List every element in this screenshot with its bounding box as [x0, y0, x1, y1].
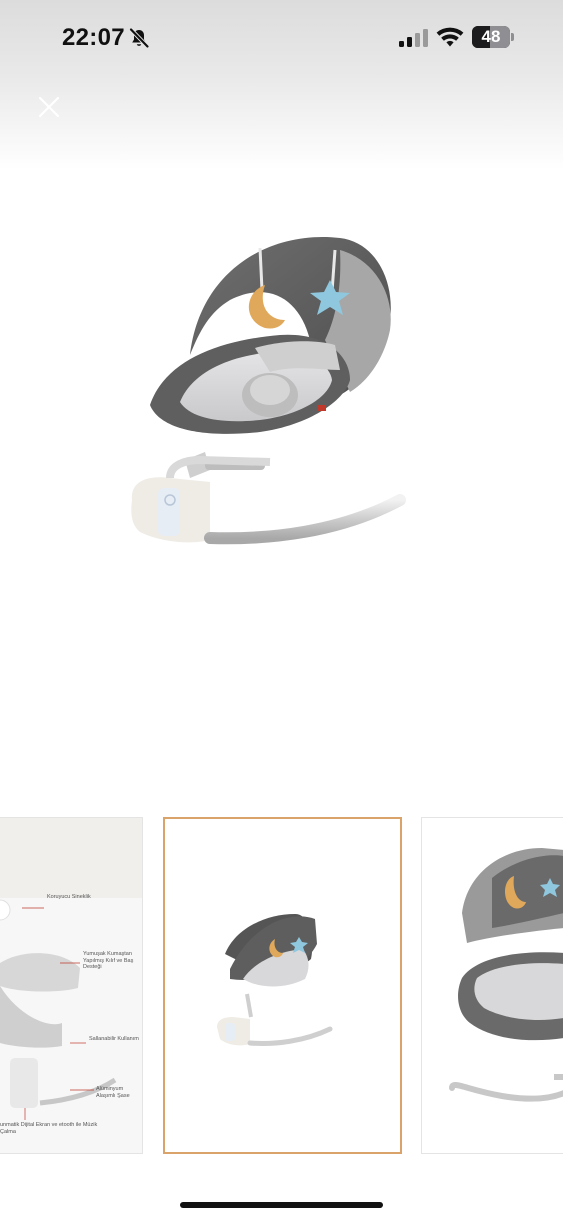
battery-nub	[511, 33, 514, 41]
feature-label-aluminum-frame: Alüminyum Alaşımlı Şase	[96, 1086, 130, 1099]
thumbnail-product-front-selected[interactable]	[163, 817, 402, 1154]
product-front-thumbnail-image	[217, 914, 333, 1046]
product-exploded-thumbnail-image	[449, 848, 563, 1102]
home-indicator[interactable]	[180, 1202, 383, 1208]
thumbnail-product-exploded[interactable]	[421, 817, 563, 1154]
close-icon[interactable]	[34, 92, 64, 122]
battery-level: 48	[481, 27, 501, 46]
feature-label-soft-fabric: Yumuşak Kumaştan Yapılmış Kılıf ve Baş D…	[83, 951, 134, 970]
features-diagram-image	[0, 818, 142, 1153]
battery-icon: 48	[472, 26, 510, 48]
wifi-icon	[436, 27, 464, 47]
thumbnail-features[interactable]: Koruyucu Sineklik Yumuşak Kumaştan Yapıl…	[0, 817, 143, 1154]
feature-label-swing-use: Sallanabilir Kullanım	[89, 1036, 139, 1042]
status-time: 22:07	[62, 24, 125, 51]
feature-label-digital-display: unmatik Dijital Ekran ve etooth ile Müzi…	[0, 1122, 98, 1135]
signal-icon	[399, 29, 428, 47]
feature-label-mosquito-net: Koruyucu Sineklik	[47, 894, 91, 900]
bell-slash-icon	[129, 28, 149, 48]
status-bar: 22:07 48	[0, 0, 563, 76]
main-product-image[interactable]	[110, 220, 420, 560]
